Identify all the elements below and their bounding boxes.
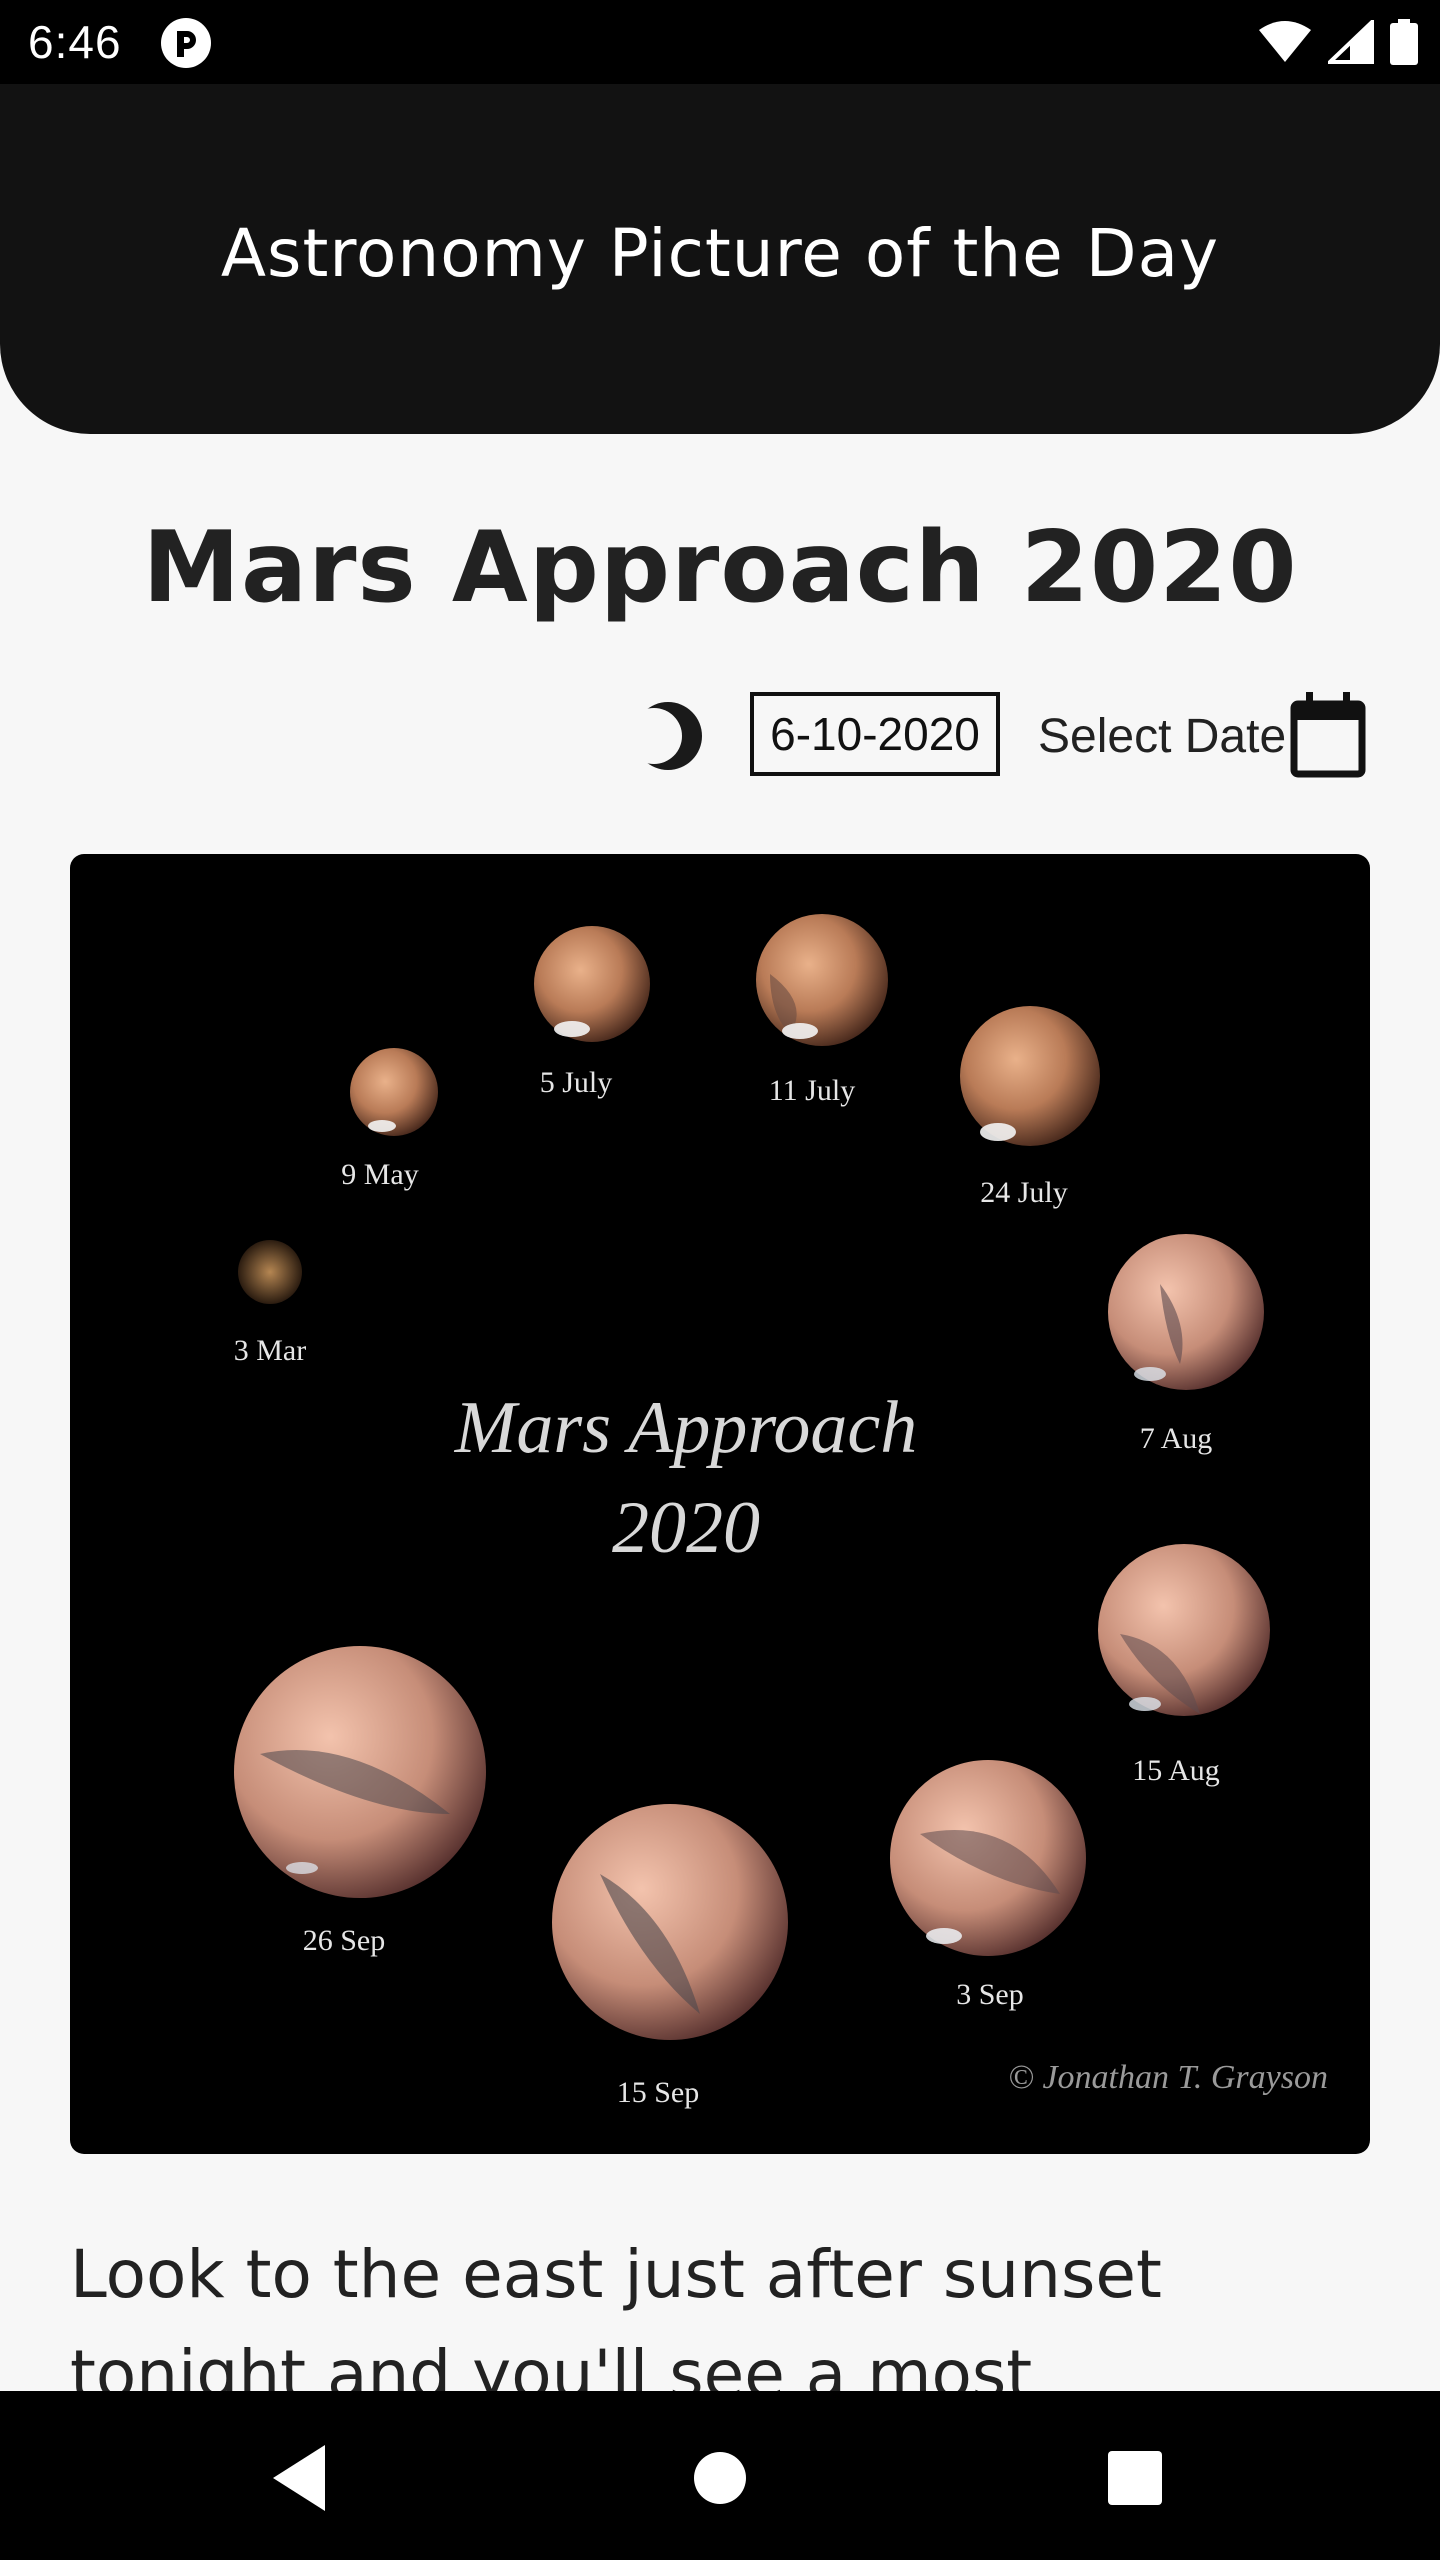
label-7-aug: 7 Aug	[1140, 1422, 1213, 1455]
home-circle-icon[interactable]	[675, 2433, 765, 2523]
nav-bar	[0, 2391, 1440, 2560]
mars-3-mar	[238, 1240, 302, 1304]
mars-9-may	[350, 1048, 438, 1136]
wifi-icon	[1259, 21, 1311, 62]
picture-description: Look to the east just after sunset tonig…	[70, 2236, 1162, 2391]
image-credit: © Jonathan T. Grayson	[1008, 2059, 1328, 2096]
label-26-sep: 26 Sep	[303, 1924, 386, 1957]
mars-approach-image: 3 Mar 9 May 5 July 11 July 24 July 7 Aug…	[234, 914, 1328, 2109]
moon-icon[interactable]	[630, 700, 702, 772]
label-15-sep: 15 Sep	[617, 2076, 700, 2109]
mars-26-sep	[234, 1646, 486, 1898]
mars-15-sep	[552, 1804, 788, 2040]
cell-signal-icon	[1328, 20, 1374, 64]
status-bar: 6:46	[0, 0, 1440, 84]
mars-5-july	[534, 926, 650, 1042]
image-heading-line2: 2020	[612, 1487, 760, 1569]
label-11-july: 11 July	[769, 1074, 855, 1107]
picture-title: Mars Approach 2020	[142, 511, 1298, 625]
back-triangle-icon[interactable]	[255, 2433, 345, 2523]
mars-11-july	[756, 914, 888, 1046]
recents-square-icon[interactable]	[1090, 2433, 1180, 2523]
date-controls: 6-10-2020 Select Date	[0, 690, 1440, 782]
app-title: Astronomy Picture of the Day	[220, 215, 1220, 292]
calendar-icon[interactable]	[1288, 690, 1368, 780]
label-15-aug: 15 Aug	[1132, 1754, 1220, 1787]
label-24-july: 24 July	[980, 1176, 1068, 1209]
app-header: Astronomy Picture of the Day	[0, 84, 1440, 434]
date-display[interactable]: 6-10-2020	[750, 692, 1000, 776]
status-icons	[1258, 18, 1418, 66]
app-notification-icon	[161, 18, 211, 68]
image-heading-line1: Mars Approach	[454, 1387, 918, 1469]
apod-image[interactable]: 3 Mar 9 May 5 July 11 July 24 July 7 Aug…	[70, 854, 1370, 2154]
label-3-sep: 3 Sep	[956, 1978, 1024, 2011]
mars-7-aug	[1108, 1234, 1264, 1390]
mars-15-aug	[1098, 1544, 1270, 1716]
status-time: 6:46	[28, 16, 122, 68]
mars-3-sep	[890, 1760, 1086, 1956]
label-9-may: 9 May	[341, 1158, 419, 1191]
mars-24-july	[960, 1006, 1100, 1146]
label-3-mar: 3 Mar	[234, 1334, 306, 1367]
label-5-july: 5 July	[540, 1066, 613, 1099]
select-date-label[interactable]: Select Date	[1038, 700, 1286, 772]
battery-icon	[1390, 19, 1418, 65]
